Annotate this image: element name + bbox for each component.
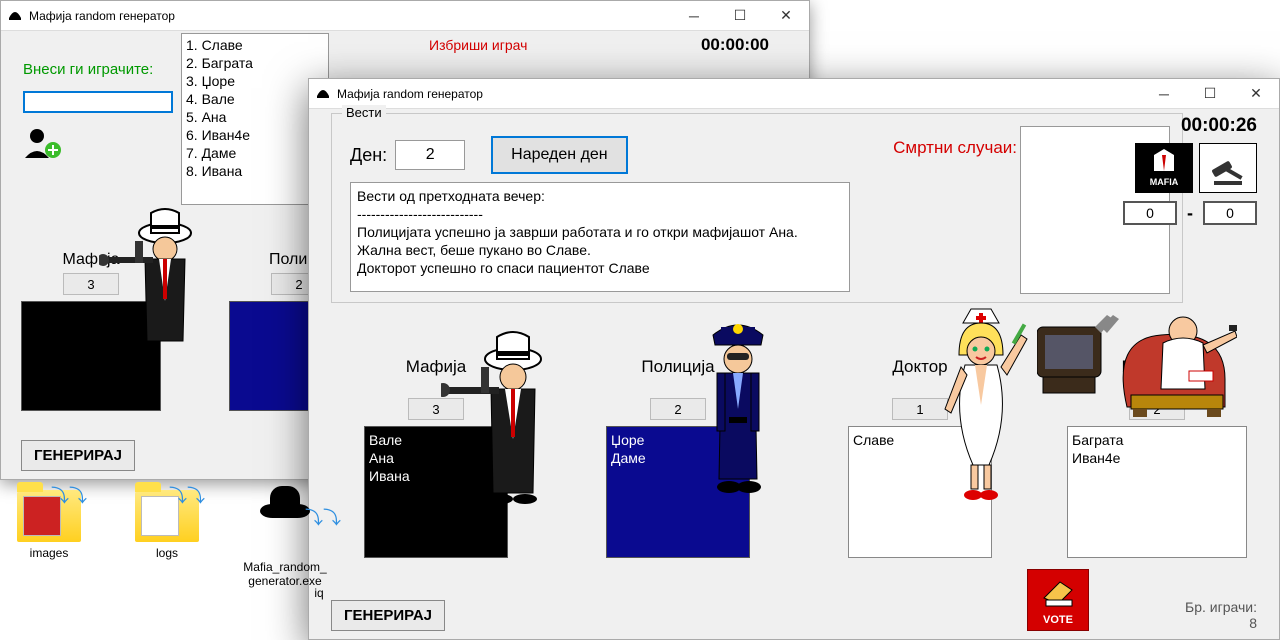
window-title: Мафија random генератор: [337, 87, 483, 101]
news-textarea[interactable]: Вести од претходната вечер: ------------…: [350, 182, 850, 292]
exe-file[interactable]: ⤵⤵ Mafia_random_generator.exe: [240, 490, 330, 600]
role-count: 2: [650, 398, 706, 420]
svg-text:MAFIA: MAFIA: [1150, 177, 1179, 187]
generate-button[interactable]: ГЕНЕРИРАЈ: [21, 440, 135, 471]
role-label: Граѓанин: [1057, 357, 1257, 377]
list-item[interactable]: 7. Даме: [186, 144, 324, 162]
gavel-score-icon: [1199, 143, 1257, 193]
timer-display: 00:00:26: [1181, 115, 1257, 137]
deaths-label: Смртни случаи:: [893, 138, 1017, 158]
fieldset-title: Вести: [342, 105, 386, 120]
list-item[interactable]: 1. Славе: [186, 36, 324, 54]
vote-button[interactable]: VOTE: [1027, 569, 1089, 631]
player-count: Бр. играчи: 8: [1185, 599, 1257, 631]
list-item[interactable]: 4. Вале: [186, 90, 324, 108]
explorer-icons: ⤵⤵ images ⤵⤵ logs ⤵⤵ Mafia_random_genera…: [4, 490, 364, 600]
maximize-button[interactable]: ☐: [717, 1, 763, 31]
players-listbox[interactable]: 1. Славе 2. Баграта 3. Џоре 4. Вале 5. А…: [181, 33, 329, 205]
titlebar-back[interactable]: Мафија random генератор ─ ☐ ✕: [1, 1, 809, 31]
role-players-citizen: Баграта Иван4е: [1067, 426, 1247, 558]
folder-logs[interactable]: ⤵⤵ logs: [122, 490, 212, 600]
minimize-button[interactable]: ─: [671, 1, 717, 31]
day-label: Ден:: [350, 145, 387, 166]
maximize-button[interactable]: ☐: [1187, 79, 1233, 109]
role-box-mafia: [21, 301, 161, 411]
folder-images[interactable]: ⤵⤵ images: [4, 490, 94, 600]
minimize-button[interactable]: ─: [1141, 79, 1187, 109]
window-title: Мафија random генератор: [29, 9, 175, 23]
news-fieldset: Вести Ден: 2 Нареден ден Смртни случаи: …: [331, 113, 1183, 303]
score-row: MAFIA: [1135, 143, 1257, 193]
timer-display: 00:00:00: [701, 35, 769, 55]
role-label: Полиција: [573, 357, 783, 377]
role-label: Доктор: [815, 357, 1025, 377]
list-item[interactable]: 8. Ивана: [186, 162, 324, 180]
delete-player-link[interactable]: Избриши играч: [429, 37, 527, 53]
list-item[interactable]: 6. Иван4е: [186, 126, 324, 144]
role-column-doctor: Доктор 1 Славе: [815, 357, 1025, 558]
app-icon: [315, 86, 331, 102]
role-count: 1: [892, 398, 948, 420]
list-item[interactable]: 5. Ана: [186, 108, 324, 126]
role-players-doctor: Славе: [848, 426, 992, 558]
citizens-score: 0: [1203, 201, 1257, 225]
role-players-mafia: Вале Ана Ивана: [364, 426, 508, 558]
close-button[interactable]: ✕: [763, 1, 809, 31]
role-count-mafia: 3: [63, 273, 119, 295]
close-button[interactable]: ✕: [1233, 79, 1279, 109]
role-count: 3: [408, 398, 464, 420]
role-column-citizen: Граѓанин 2 Баграта Иван4е: [1057, 357, 1257, 558]
generate-button[interactable]: ГЕНЕРИРАЈ: [331, 600, 445, 631]
score-separator: -: [1187, 203, 1193, 224]
add-player-icon[interactable]: [23, 126, 63, 163]
role-column-police: Полиција 2 Џоре Даме: [573, 357, 783, 558]
mafia-score-icon: MAFIA: [1135, 143, 1193, 193]
day-value: 2: [395, 140, 465, 170]
app-icon: [7, 8, 23, 24]
role-count: 2: [1129, 398, 1185, 420]
game-window: Мафија random генератор ─ ☐ ✕ Вести Ден:…: [308, 78, 1280, 640]
role-label: Мафија: [331, 357, 541, 377]
player-name-input[interactable]: [23, 91, 173, 113]
role-players-police: Џоре Даме: [606, 426, 750, 558]
list-item[interactable]: 2. Баграта: [186, 54, 324, 72]
list-item[interactable]: 3. Џоре: [186, 72, 324, 90]
role-label-mafia: Мафија: [21, 251, 161, 269]
folder-iq[interactable]: iq: [274, 586, 364, 600]
enter-players-label: Внеси ги играчите:: [23, 61, 153, 78]
next-day-button[interactable]: Нареден ден: [491, 136, 627, 174]
mafia-score: 0: [1123, 201, 1177, 225]
titlebar-front[interactable]: Мафија random генератор ─ ☐ ✕: [309, 79, 1279, 109]
